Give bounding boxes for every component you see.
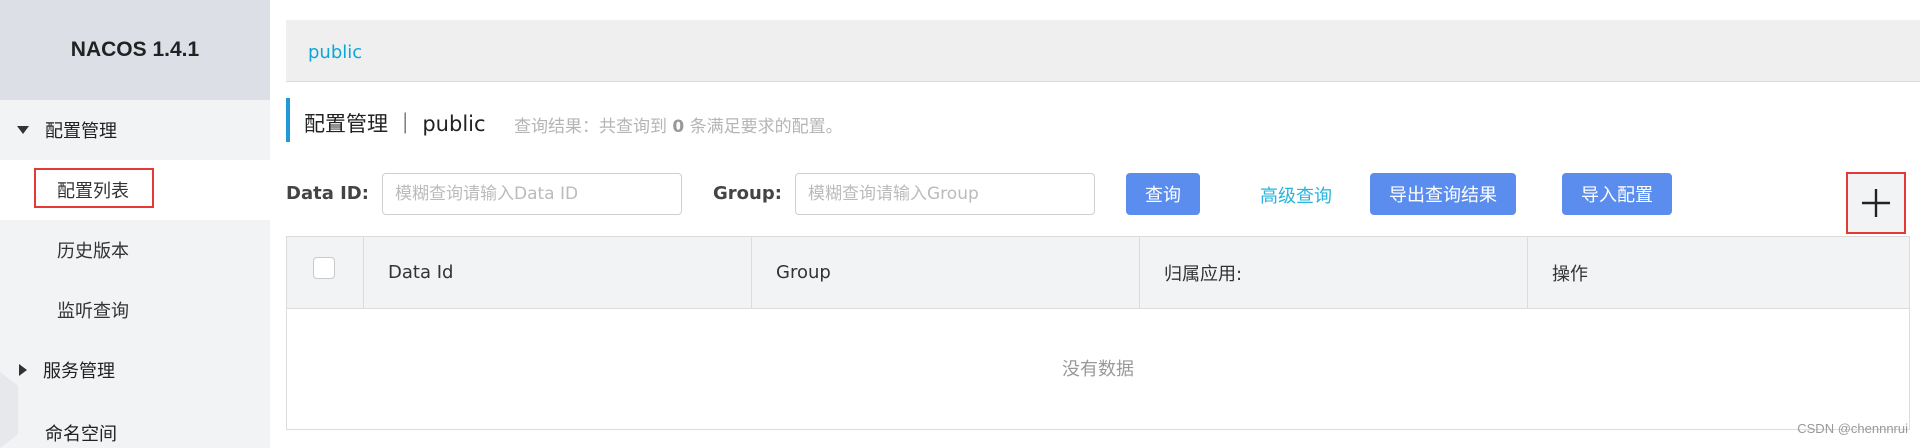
sidebar: NACOS 1.4.1 配置管理 配置列表 历史版本 监听查询 服务管理 命名空… xyxy=(0,0,270,448)
query-summary: 查询结果：共查询到 0 条满足要求的配置。 xyxy=(514,112,843,137)
column-header-group[interactable]: Group xyxy=(751,237,1139,308)
empty-state-text: 没有数据 xyxy=(1062,359,1134,380)
caret-down-icon xyxy=(17,126,29,134)
title-accent-bar xyxy=(286,98,290,142)
sidebar-item-label: 配置列表 xyxy=(57,181,129,202)
column-header-data-id[interactable]: Data Id xyxy=(363,237,751,308)
namespace-link-public[interactable]: public xyxy=(308,42,362,63)
sidebar-item-label: 历史版本 xyxy=(57,241,129,262)
sidebar-item-listener[interactable]: 监听查询 xyxy=(0,280,270,340)
summary-suffix: 条满足要求的配置。 xyxy=(689,117,843,137)
column-header-actions: 操作 xyxy=(1527,237,1909,308)
page-title: 配置管理 ｜ public xyxy=(304,112,486,136)
group-label: Group: xyxy=(713,183,782,204)
sidebar-group-service[interactable]: 服务管理 xyxy=(0,340,270,400)
table-header: Data Id Group 归属应用: 操作 xyxy=(287,237,1909,309)
add-config-button[interactable] xyxy=(1846,172,1906,234)
namespace-bar: public xyxy=(286,20,1920,82)
config-table: Data Id Group 归属应用: 操作 没有数据 xyxy=(286,236,1910,430)
select-all-checkbox[interactable] xyxy=(313,257,335,279)
brand-title: NACOS 1.4.1 xyxy=(0,0,270,100)
sidebar-item-config-list[interactable]: 配置列表 xyxy=(0,160,270,220)
sidebar-group-label: 命名空间 xyxy=(45,424,117,445)
sidebar-item-label: 监听查询 xyxy=(57,301,129,322)
column-header-app[interactable]: 归属应用: xyxy=(1139,237,1527,308)
data-id-input[interactable] xyxy=(382,173,682,215)
title-row: 配置管理 ｜ public 查询结果：共查询到 0 条满足要求的配置。 xyxy=(286,98,1486,142)
sidebar-group-config[interactable]: 配置管理 xyxy=(0,100,270,160)
advanced-query-link[interactable]: 高级查询 xyxy=(1260,182,1332,208)
sidebar-group-label: 服务管理 xyxy=(43,361,115,382)
summary-prefix: 查询结果：共查询到 xyxy=(514,117,667,137)
watermark: CSDN @chennnrui xyxy=(1797,421,1908,436)
caret-right-icon xyxy=(19,364,27,376)
sidebar-group-namespace[interactable]: 命名空间 xyxy=(0,400,270,448)
data-id-label: Data ID: xyxy=(286,183,369,204)
group-input[interactable] xyxy=(795,173,1095,215)
sidebar-item-history[interactable]: 历史版本 xyxy=(0,220,270,280)
plus-icon xyxy=(1862,189,1890,217)
import-config-button[interactable]: 导入配置 xyxy=(1562,173,1672,215)
sidebar-group-label: 配置管理 xyxy=(45,121,117,142)
summary-count: 0 xyxy=(672,117,685,137)
query-button[interactable]: 查询 xyxy=(1126,173,1200,215)
export-results-button[interactable]: 导出查询结果 xyxy=(1370,173,1516,215)
